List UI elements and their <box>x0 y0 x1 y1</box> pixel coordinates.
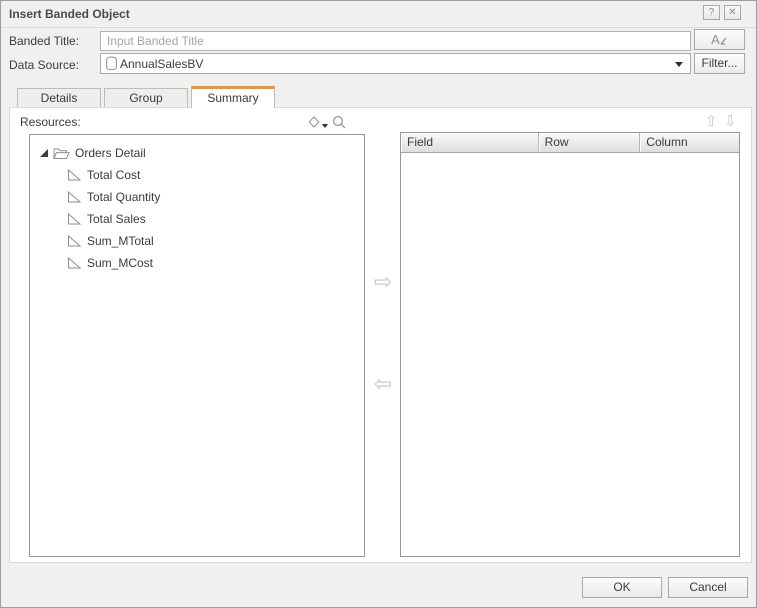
tree-node-label: Orders Detail <box>75 146 146 160</box>
move-down-button[interactable]: ⇩ <box>724 112 737 130</box>
add-field-button[interactable]: ⇨ <box>370 270 396 295</box>
font-letter: A <box>711 32 720 47</box>
database-icon <box>105 56 118 71</box>
move-up-button[interactable]: ⇧ <box>705 112 718 130</box>
font-style-button[interactable]: A <box>694 29 745 50</box>
summary-table-header: Field Row Column <box>401 133 739 153</box>
tab-group[interactable]: Group <box>104 88 188 108</box>
tree-leaf-label: Total Cost <box>87 168 140 182</box>
tree-leaf-label: Sum_MTotal <box>87 234 154 248</box>
dialog-title: Insert Banded Object <box>9 7 130 21</box>
tree-leaf-label: Sum_MCost <box>87 256 153 270</box>
summary-field-icon <box>66 234 82 248</box>
tree-leaf-total-quantity[interactable]: Total Quantity <box>30 186 364 208</box>
font-slash-icon <box>720 36 728 45</box>
banded-title-label: Banded Title: <box>9 34 79 48</box>
folder-open-icon <box>53 147 70 160</box>
banded-title-input[interactable] <box>100 31 691 51</box>
dropdown-arrow-icon[interactable] <box>675 62 683 67</box>
tree-leaf-label: Total Sales <box>87 212 146 226</box>
data-source-value: AnnualSalesBV <box>120 57 203 71</box>
column-header-column[interactable]: Column <box>640 133 739 152</box>
tab-details[interactable]: Details <box>17 88 101 108</box>
resources-tree-panel: Orders Detail Total Cost Total Quantity … <box>29 134 365 557</box>
data-source-combobox[interactable]: AnnualSalesBV <box>100 53 691 74</box>
ok-button[interactable]: OK <box>582 577 662 598</box>
expand-arrow-icon[interactable] <box>39 148 49 158</box>
sort-icon[interactable] <box>308 116 320 129</box>
search-icon[interactable] <box>332 115 347 130</box>
tree-leaf-sum-mtotal[interactable]: Sum_MTotal <box>30 230 364 252</box>
filter-button[interactable]: Filter... <box>694 53 745 74</box>
summary-field-icon <box>66 256 82 270</box>
resources-tree: Orders Detail Total Cost Total Quantity … <box>30 135 364 274</box>
column-header-row[interactable]: Row <box>539 133 641 152</box>
cancel-button[interactable]: Cancel <box>668 577 748 598</box>
column-header-field[interactable]: Field <box>401 133 539 152</box>
summary-fields-panel: Field Row Column <box>400 132 740 557</box>
tab-summary[interactable]: Summary <box>191 86 275 108</box>
summary-field-icon <box>66 168 82 182</box>
tree-leaf-total-sales[interactable]: Total Sales <box>30 208 364 230</box>
title-bar: Insert Banded Object ? ✕ <box>1 1 756 28</box>
resources-label: Resources: <box>20 115 81 129</box>
tree-leaf-total-cost[interactable]: Total Cost <box>30 164 364 186</box>
tree-node-orders-detail[interactable]: Orders Detail <box>30 142 364 164</box>
data-source-label: Data Source: <box>9 58 79 72</box>
insert-banded-object-dialog: Insert Banded Object ? ✕ Banded Title: A… <box>0 0 757 608</box>
close-button[interactable]: ✕ <box>724 5 741 20</box>
help-button[interactable]: ? <box>703 5 720 20</box>
sort-caret-icon[interactable] <box>322 124 328 128</box>
summary-tab-panel: Resources: Orders Detail <box>9 107 752 563</box>
remove-field-button[interactable]: ⇦ <box>370 372 396 397</box>
tree-leaf-sum-mcost[interactable]: Sum_MCost <box>30 252 364 274</box>
tree-leaf-label: Total Quantity <box>87 190 160 204</box>
summary-field-icon <box>66 212 82 226</box>
summary-field-icon <box>66 190 82 204</box>
